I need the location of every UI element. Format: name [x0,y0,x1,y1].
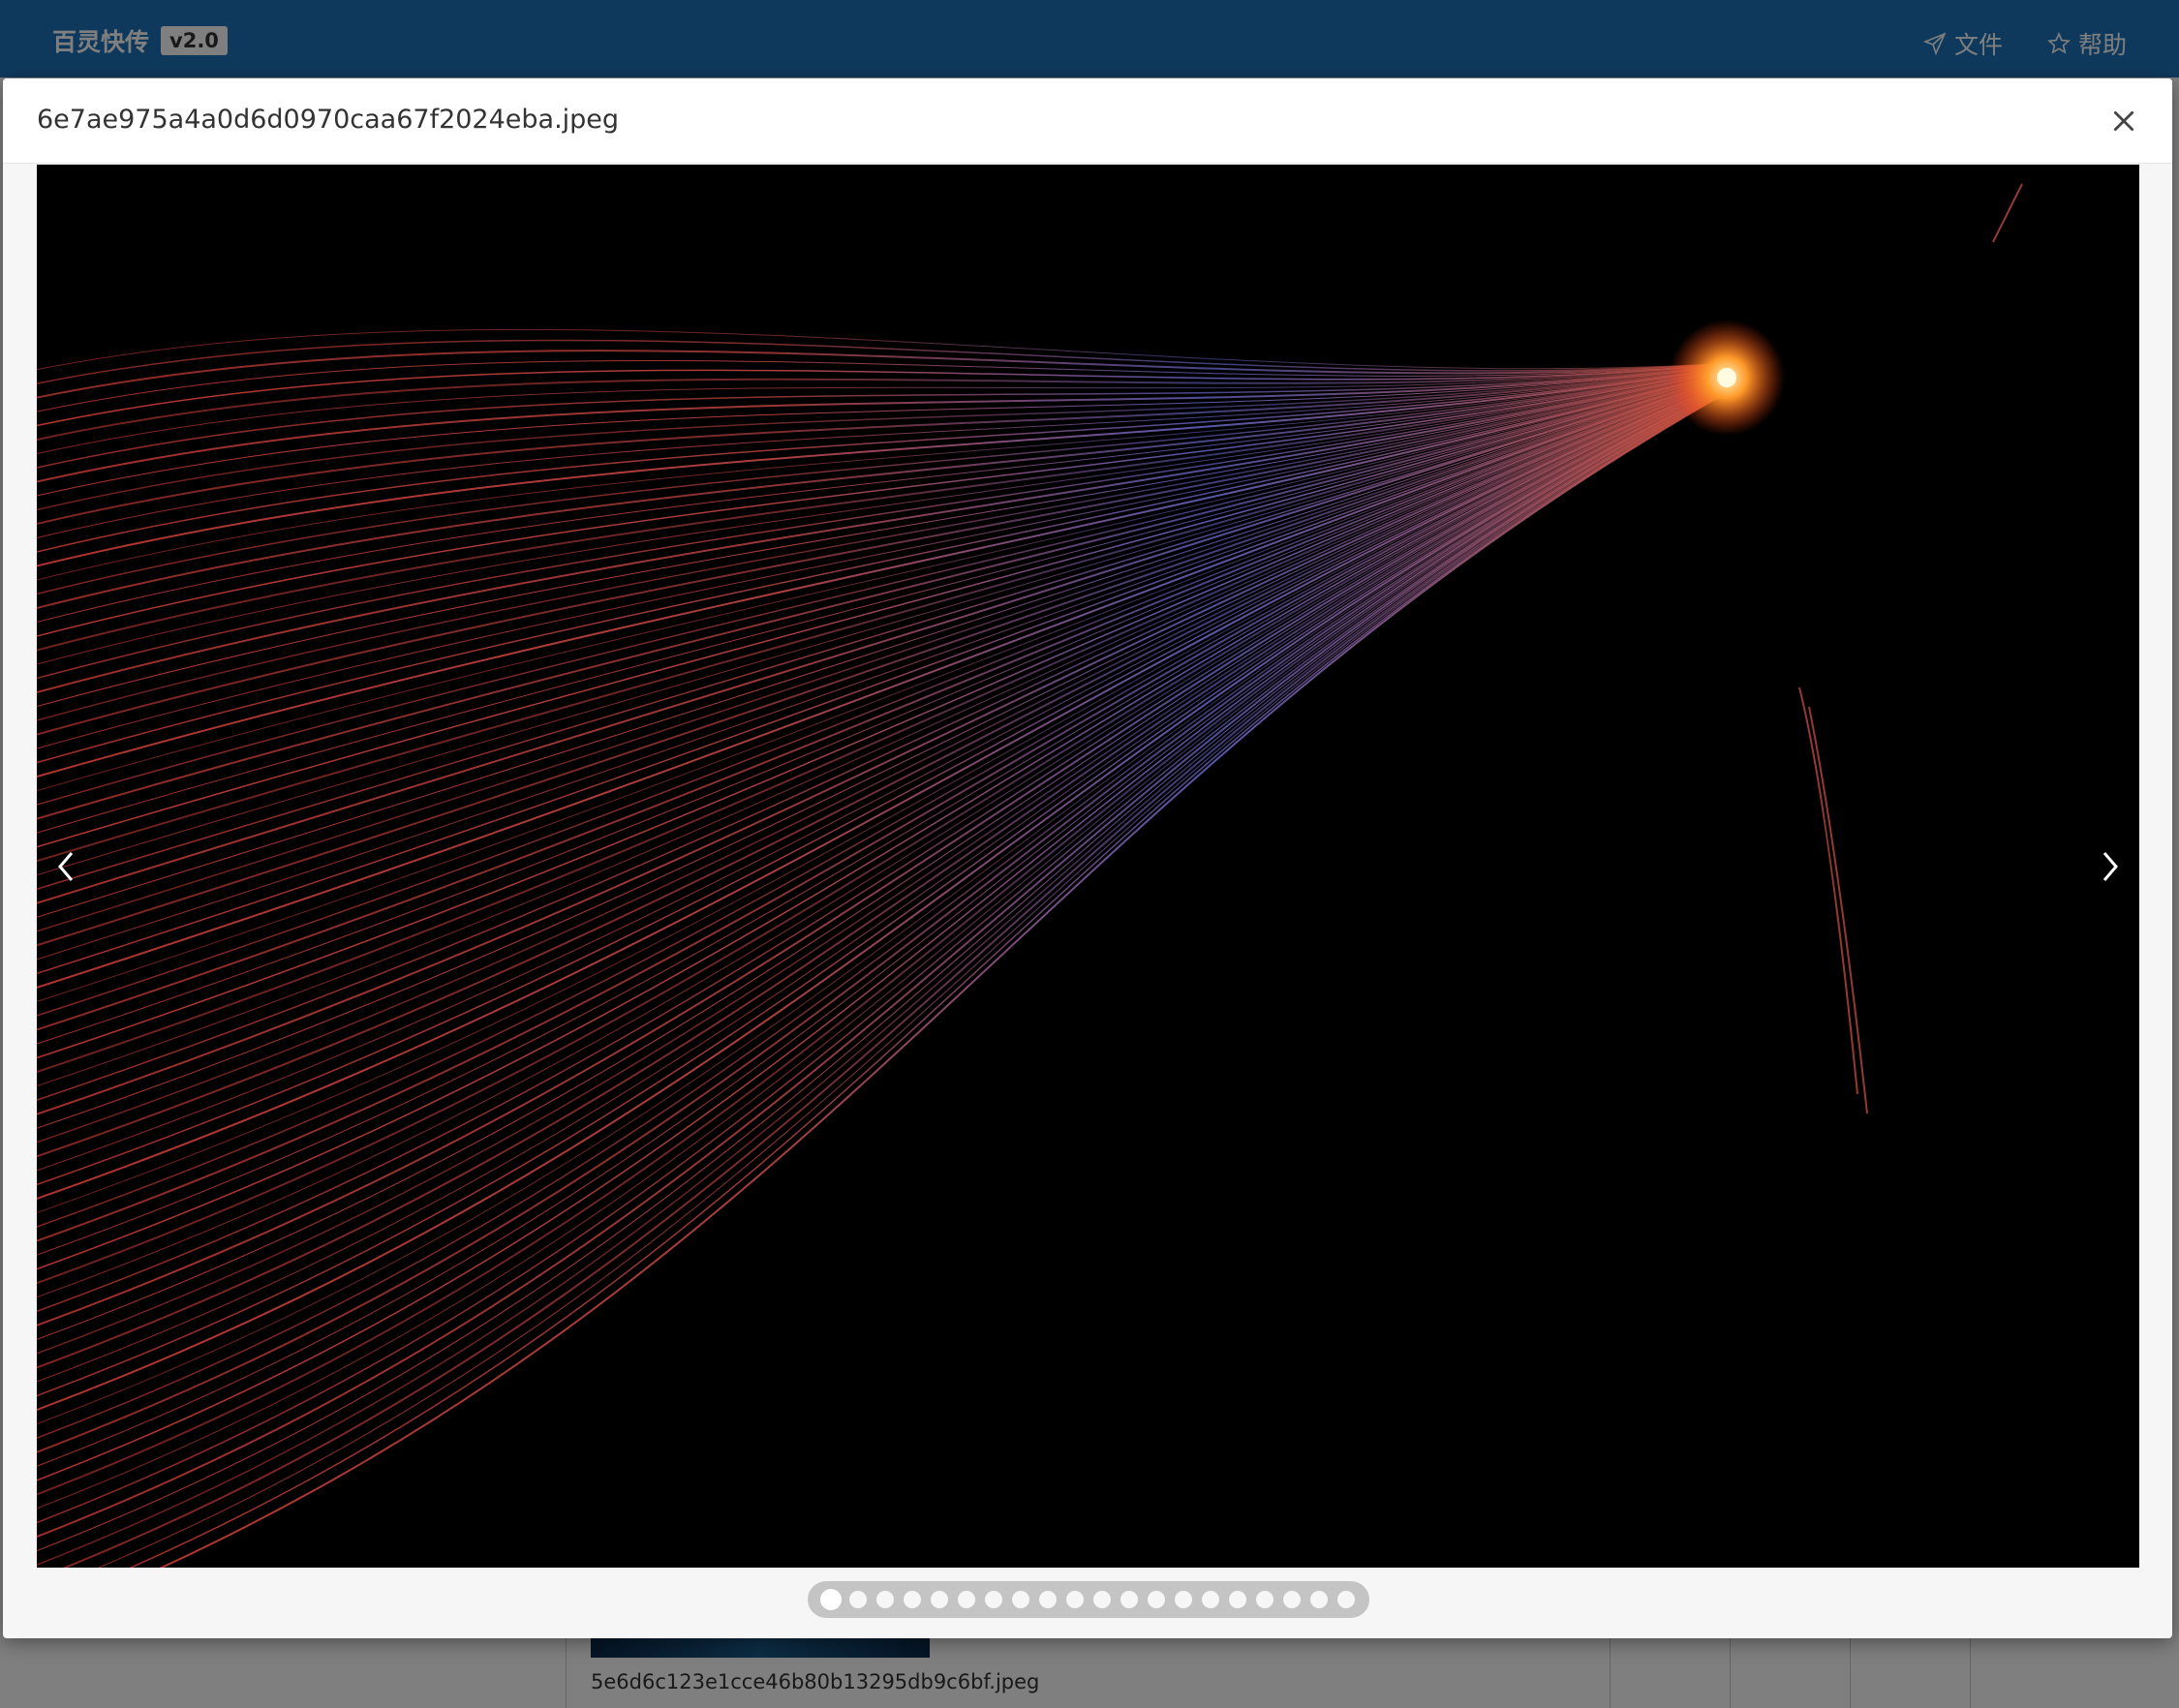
carousel-indicator[interactable] [1066,1591,1084,1608]
chevron-left-icon [58,852,74,881]
modal-title: 6e7ae975a4a0d6d0970caa67f2024eba.jpeg [37,105,620,135]
close-icon [2113,110,2134,132]
carousel-indicator[interactable] [1093,1591,1111,1608]
close-button[interactable] [2104,102,2143,140]
carousel-indicator[interactable] [1202,1591,1219,1608]
carousel-indicator[interactable] [1039,1591,1057,1608]
carousel-indicator[interactable] [1012,1591,1029,1608]
image-carousel [37,165,2139,1568]
carousel-indicator[interactable] [1120,1591,1138,1608]
preview-image [37,165,2139,1568]
carousel-indicator[interactable] [1283,1591,1301,1608]
carousel-indicator[interactable] [1256,1591,1274,1608]
carousel-indicator[interactable] [1310,1591,1328,1608]
carousel-indicator[interactable] [931,1591,948,1608]
carousel-indicators [808,1581,1369,1618]
carousel-indicator[interactable] [1175,1591,1192,1608]
image-preview-modal: 6e7ae975a4a0d6d0970caa67f2024eba.jpeg [3,78,2172,1638]
carousel-prev-button[interactable] [37,833,95,900]
carousel-indicator[interactable] [876,1591,894,1608]
carousel-indicator[interactable] [904,1591,921,1608]
carousel-indicator[interactable] [822,1591,840,1608]
chevron-right-icon [2102,852,2118,881]
carousel-indicator[interactable] [985,1591,1002,1608]
carousel-indicator[interactable] [958,1591,975,1608]
carousel-indicator[interactable] [849,1591,867,1608]
modal-header: 6e7ae975a4a0d6d0970caa67f2024eba.jpeg [3,78,2172,164]
carousel-indicator[interactable] [1337,1591,1355,1608]
carousel-next-button[interactable] [2081,833,2139,900]
carousel-indicator[interactable] [1148,1591,1165,1608]
carousel-indicator[interactable] [1229,1591,1246,1608]
